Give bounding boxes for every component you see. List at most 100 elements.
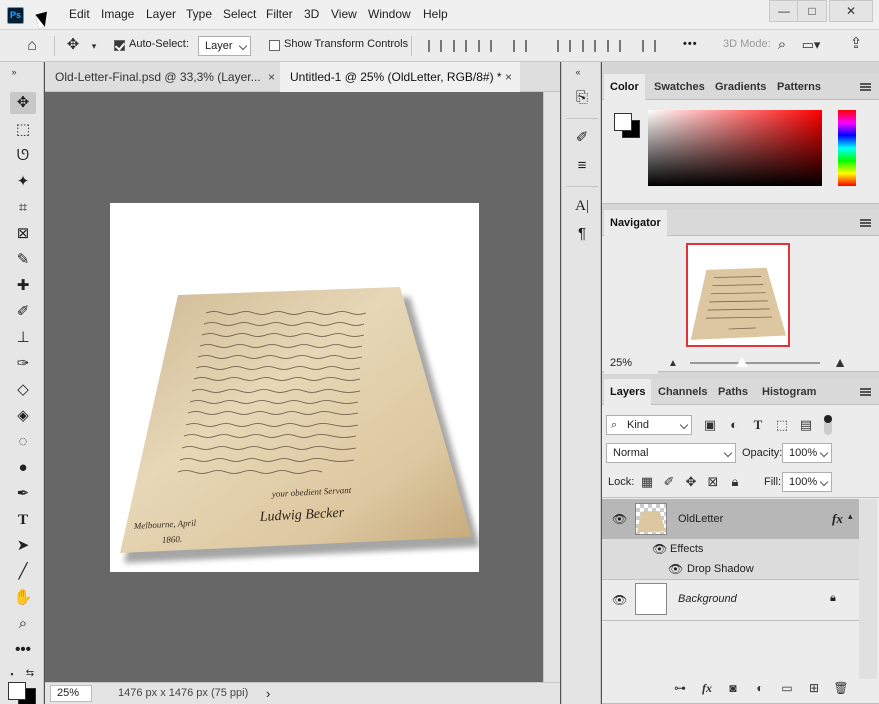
more-options-button[interactable]: ••• bbox=[683, 38, 698, 50]
blur-tool-icon[interactable]: ◌ bbox=[10, 431, 36, 453]
swap-colors-icon[interactable]: ⇆ bbox=[24, 666, 36, 682]
align-top-icon[interactable] bbox=[557, 40, 571, 52]
lock-image-pixels-icon[interactable]: ✐ bbox=[662, 474, 676, 490]
status-menu-arrow[interactable]: › bbox=[266, 686, 270, 701]
tab-channels[interactable]: Channels bbox=[652, 379, 714, 405]
new-layer-icon[interactable]: ⊞ bbox=[804, 681, 824, 695]
add-mask-icon[interactable]: ◙ bbox=[723, 681, 743, 695]
show-transform-checkbox[interactable] bbox=[269, 40, 280, 51]
close-window-button[interactable]: ✕ bbox=[829, 0, 873, 22]
maximize-button[interactable]: □ bbox=[797, 0, 827, 22]
menu-edit[interactable]: Edit bbox=[69, 7, 90, 21]
panel-menu-icon[interactable] bbox=[860, 219, 871, 227]
menu-window[interactable]: Window bbox=[368, 7, 411, 21]
home-icon[interactable]: ⌂ bbox=[22, 38, 42, 54]
move-tool-icon[interactable]: ✥ bbox=[10, 92, 36, 114]
chevron-up-icon[interactable]: ▴ bbox=[848, 511, 853, 522]
stamp-tool-icon[interactable]: ⊥ bbox=[10, 327, 36, 349]
line-tool-icon[interactable]: ╱ bbox=[10, 561, 36, 583]
eye-visibility-icon[interactable]: 👁︎ bbox=[668, 562, 683, 576]
layers-scrollbar[interactable] bbox=[859, 499, 877, 679]
layer-name[interactable]: Background bbox=[678, 593, 737, 605]
align-middle-icon[interactable] bbox=[582, 40, 596, 52]
layer-filter-kind-dropdown[interactable]: ⌕ Kind bbox=[606, 415, 692, 435]
dodge-tool-icon[interactable]: ● bbox=[10, 457, 36, 479]
minimize-button[interactable]: — bbox=[769, 0, 799, 22]
delete-layer-icon[interactable]: 🗑︎ bbox=[831, 681, 851, 695]
fill-field[interactable]: 100% bbox=[782, 472, 832, 492]
healing-brush-tool-icon[interactable]: ✚ bbox=[10, 275, 36, 297]
zoom-level-field[interactable]: 25% bbox=[50, 685, 92, 702]
menu-view[interactable]: View bbox=[331, 7, 357, 21]
new-group-icon[interactable]: ▭ bbox=[777, 681, 797, 695]
add-layer-style-icon[interactable]: fx bbox=[697, 681, 717, 696]
align-bottom-icon[interactable] bbox=[607, 40, 621, 52]
eraser-tool-icon[interactable]: ◇ bbox=[10, 379, 36, 401]
crop-tool-icon[interactable]: ⌗ bbox=[10, 197, 36, 219]
filter-shape-icon[interactable]: ⬚ bbox=[774, 417, 790, 433]
tab-close-icon[interactable]: × bbox=[268, 70, 275, 84]
chevron-down-icon[interactable]: ▾ bbox=[88, 38, 100, 54]
adjustments-panel-icon[interactable]: ≡ bbox=[570, 154, 594, 178]
eyedropper-tool-icon[interactable]: ✎ bbox=[10, 249, 36, 271]
tab-histogram[interactable]: Histogram bbox=[756, 379, 822, 405]
filter-adjustment-icon[interactable]: ◐ bbox=[726, 417, 742, 433]
path-selection-tool-icon[interactable]: ➤ bbox=[10, 535, 36, 557]
tab-paths[interactable]: Paths bbox=[712, 379, 754, 405]
zoom-out-mountain-icon[interactable]: ▲ bbox=[666, 356, 680, 372]
pen-tool-icon[interactable]: ✒ bbox=[10, 483, 36, 505]
align-left-icon[interactable] bbox=[428, 40, 442, 52]
tab-old-letter-final[interactable]: Old-Letter-Final.psd @ 33,3% (Layer... bbox=[45, 62, 280, 92]
zoom-tool-icon[interactable]: ⌕ bbox=[10, 613, 36, 635]
collapse-dock-icon[interactable]: « bbox=[572, 64, 584, 80]
lasso-tool-icon[interactable]: ᘎ bbox=[10, 145, 36, 167]
eye-visibility-icon[interactable]: 👁︎ bbox=[612, 593, 627, 607]
workspace-icon[interactable]: ▭▾ bbox=[800, 37, 822, 53]
brush-tool-icon[interactable]: ✐ bbox=[10, 301, 36, 323]
auto-select-checkbox[interactable] bbox=[114, 40, 125, 51]
eye-visibility-icon[interactable]: 👁︎ bbox=[652, 542, 667, 556]
lock-position-icon[interactable]: ✥ bbox=[684, 474, 698, 490]
blend-mode-dropdown[interactable]: Normal bbox=[606, 443, 736, 463]
type-tool-icon[interactable]: T bbox=[10, 509, 36, 531]
tab-patterns[interactable]: Patterns bbox=[771, 74, 827, 100]
edit-toolbar-icon[interactable]: ••• bbox=[10, 639, 36, 661]
magic-wand-tool-icon[interactable]: ✦ bbox=[10, 171, 36, 193]
tab-swatches[interactable]: Swatches bbox=[648, 74, 711, 100]
distribute-vertical-icon[interactable] bbox=[642, 40, 656, 52]
link-layers-icon[interactable]: ⊶ bbox=[670, 681, 690, 695]
navigator-preview[interactable] bbox=[686, 243, 790, 347]
lock-transparent-pixels-icon[interactable]: ▦ bbox=[640, 474, 654, 490]
default-colors-icon[interactable]: ▪ bbox=[6, 666, 18, 682]
align-center-icon[interactable] bbox=[453, 40, 467, 52]
tab-layers[interactable]: Layers bbox=[604, 379, 652, 405]
layer-fx-badge[interactable]: fx bbox=[832, 511, 843, 527]
lock-artboard-icon[interactable]: ⊠ bbox=[706, 474, 720, 490]
filter-pixel-icon[interactable]: ▣ bbox=[702, 417, 718, 433]
tab-gradients[interactable]: Gradients bbox=[709, 74, 772, 100]
filter-type-icon[interactable]: T bbox=[750, 417, 766, 433]
panel-menu-icon[interactable] bbox=[860, 83, 871, 91]
tab-navigator[interactable]: Navigator bbox=[604, 210, 667, 236]
document-canvas[interactable]: your obedient Servant Ludwig Becker Melb… bbox=[110, 203, 479, 572]
distribute-icon[interactable] bbox=[513, 40, 527, 52]
align-right-icon[interactable] bbox=[478, 40, 492, 52]
eye-visibility-icon[interactable]: 👁︎ bbox=[612, 512, 627, 526]
navigator-slider-thumb[interactable] bbox=[736, 357, 748, 367]
panel-menu-icon[interactable] bbox=[860, 388, 871, 396]
share-icon[interactable]: ⇪ bbox=[846, 36, 866, 52]
search-icon[interactable]: ⌕ bbox=[773, 37, 791, 53]
filter-toggle-switch[interactable] bbox=[824, 415, 832, 435]
navigator-zoom-field[interactable]: 25% bbox=[604, 354, 658, 374]
menu-image[interactable]: Image bbox=[101, 7, 134, 21]
frame-tool-icon[interactable]: ⊠ bbox=[10, 223, 36, 245]
canvas-area[interactable]: your obedient Servant Ludwig Becker Melb… bbox=[45, 92, 543, 682]
tab-close-icon[interactable]: × bbox=[505, 70, 512, 84]
layer-effect-drop-shadow-row[interactable]: 👁︎ Drop Shadow bbox=[602, 559, 859, 579]
brush-settings-panel-icon[interactable]: ✐ bbox=[570, 126, 594, 150]
menu-layer[interactable]: Layer bbox=[146, 7, 176, 21]
opacity-field[interactable]: 100% bbox=[782, 443, 832, 463]
marquee-tool-icon[interactable]: ⬚ bbox=[10, 119, 36, 141]
layer-row-oldletter[interactable]: 👁︎ OldLetter fx ▴ bbox=[602, 499, 859, 539]
menu-type[interactable]: Type bbox=[186, 7, 212, 21]
